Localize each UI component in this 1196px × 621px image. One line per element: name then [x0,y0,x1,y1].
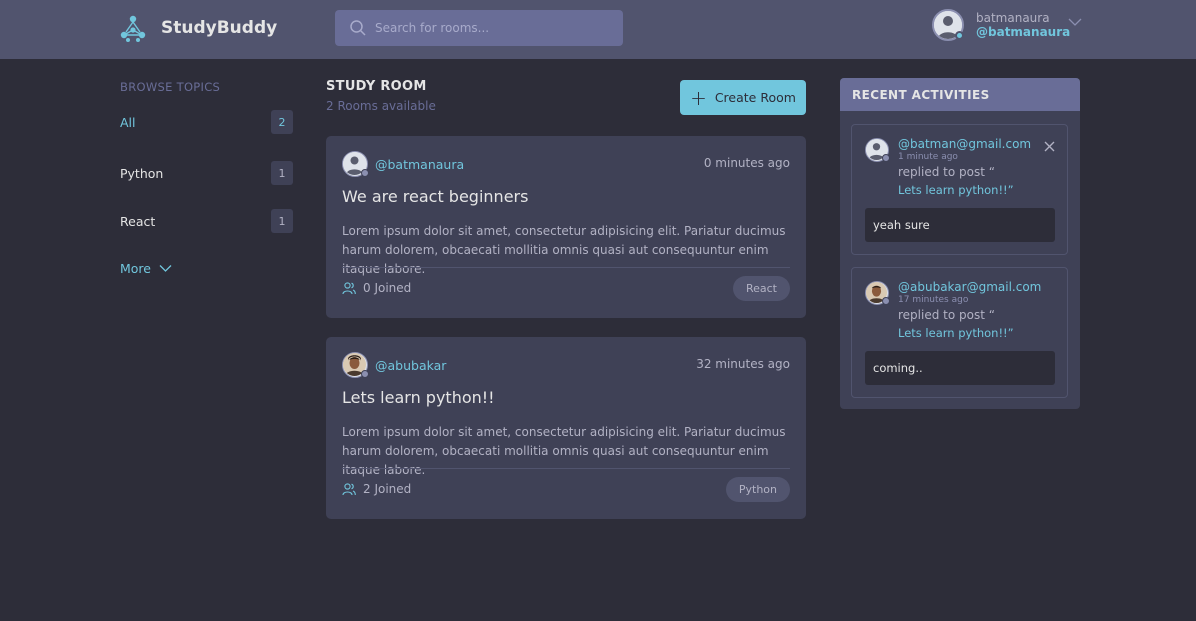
joined-count: 0 Joined [363,281,412,295]
search-input[interactable] [375,21,605,35]
room-card[interactable]: @batmanaura 0 minutes ago We are react b… [326,136,806,318]
activity-post-link[interactable]: Lets learn python!!” [898,326,1014,340]
activity-user[interactable]: @batman@gmail.com [898,137,1031,151]
page-title: STUDY ROOM [326,79,427,94]
recent-activities-panel: RECENT ACTIVITIES @batman@gmail.com 1 mi… [840,78,1080,409]
joined-count: 2 Joined [363,482,412,496]
activity-reply: coming.. [865,351,1055,385]
avatar [342,151,369,177]
room-name[interactable]: We are react beginners [342,187,528,206]
avatar[interactable] [865,281,890,305]
user-name: batmanaura [976,11,1050,25]
host-username[interactable]: @batmanaura [375,157,464,172]
topic-tag[interactable]: Python [725,477,790,502]
topic-tag[interactable]: React [732,276,790,301]
top-navbar: StudyBuddy batmanaura @batmanaura [0,0,1196,59]
activity-user[interactable]: @abubakar@gmail.com [898,280,1041,294]
room-card[interactable]: @abubakar 32 minutes ago Lets learn pyth… [326,337,806,519]
avatar [342,352,369,378]
activity-timestamp: 17 minutes ago [898,295,969,305]
chevron-down-icon[interactable] [1068,17,1082,27]
divider [342,468,790,469]
rooms-count: 2 Rooms available [326,99,436,113]
activity-post-link[interactable]: Lets learn python!!” [898,183,1014,197]
user-menu[interactable]: batmanaura @batmanaura [932,9,1082,41]
status-dot [882,154,890,162]
logo[interactable]: StudyBuddy [119,14,277,42]
topic-label: Python [120,165,164,181]
topic-count-badge: 1 [271,161,293,185]
room-timestamp: 32 minutes ago [696,357,790,371]
status-dot [361,169,369,177]
status-dot [882,297,890,305]
create-room-label: Create Room [714,90,796,105]
brand-name: StudyBuddy [161,18,278,38]
divider [342,267,790,268]
room-host[interactable]: @batmanaura [342,151,464,177]
browse-topics-title: BROWSE TOPICS [120,80,221,94]
activity-timestamp: 1 minute ago [898,152,958,162]
study-room-heading: STUDY ROOM 2 Rooms available [326,79,436,113]
close-icon[interactable] [1044,141,1055,152]
room-description: Lorem ipsum dolor sit amet, consectetur … [342,224,786,276]
status-dot [361,370,369,378]
activity-item: @abubakar@gmail.com 17 minutes ago repli… [851,267,1068,398]
host-username[interactable]: @abubakar [375,358,446,373]
room-name[interactable]: Lets learn python!! [342,388,495,407]
topic-label: React [120,213,156,229]
room-participants: 0 Joined [342,281,411,295]
room-timestamp: 0 minutes ago [703,156,790,170]
search-bar[interactable] [335,10,623,46]
chevron-down-icon [159,265,172,272]
avatar[interactable] [865,138,890,162]
topic-label: All [120,114,136,130]
users-icon [342,483,356,496]
users-icon [342,282,356,295]
plus-icon: + [690,85,707,110]
activity-reply: yeah sure [865,208,1055,242]
topic-count-badge: 2 [271,110,293,134]
more-topics-button[interactable]: More [120,261,172,276]
create-room-button[interactable]: + Create Room [680,80,806,115]
more-label: More [120,261,151,276]
activity-action: replied to post “ [898,165,995,179]
topic-item-all[interactable]: All 2 [120,110,293,134]
topic-item-python[interactable]: Python 1 [120,161,293,185]
topic-count-badge: 1 [271,209,293,233]
room-description: Lorem ipsum dolor sit amet, consectetur … [342,425,786,477]
activity-action: replied to post “ [898,308,995,322]
avatar[interactable] [932,9,964,41]
activity-item: @batman@gmail.com 1 minute ago replied t… [851,124,1068,255]
logo-icon [120,15,146,42]
search-icon [350,20,366,36]
room-host[interactable]: @abubakar [342,352,446,378]
room-participants: 2 Joined [342,482,411,496]
user-handle: @batmanaura [976,25,1071,39]
browse-topics: BROWSE TOPICS All 2 Python 1 React 1 Mor… [120,80,293,276]
recent-activities-title: RECENT ACTIVITIES [840,78,1080,111]
topic-item-react[interactable]: React 1 [120,209,293,233]
online-status-dot [955,31,964,40]
